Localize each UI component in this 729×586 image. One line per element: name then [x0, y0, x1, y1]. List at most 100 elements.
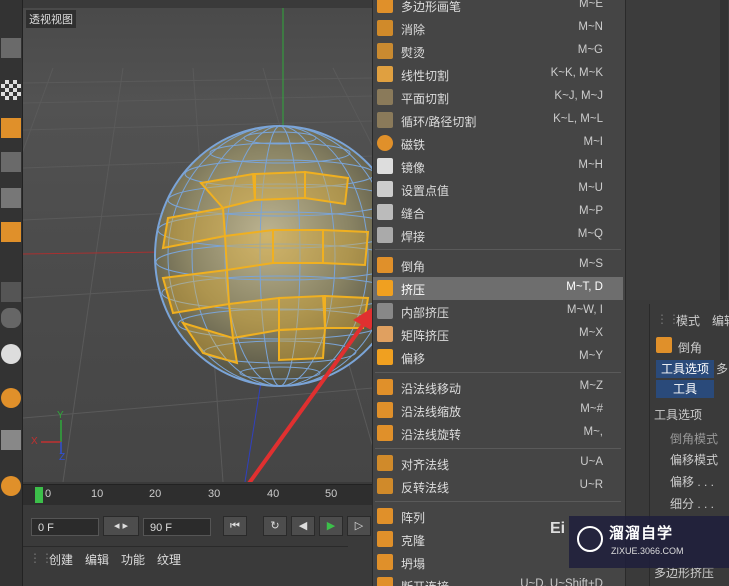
menu-create[interactable]: 创建 — [49, 551, 73, 568]
object-panel — [625, 0, 729, 300]
menu-item-polygon-pen[interactable]: 多边形画笔 M~E — [373, 0, 623, 17]
menu-item-set-point-value[interactable]: 设置点值 M~U — [373, 178, 623, 201]
watermark-url: ZIXUE.3066.COM — [611, 546, 684, 556]
menu-texture[interactable]: 纹理 — [157, 551, 181, 568]
current-frame-field[interactable]: 0 F — [31, 518, 99, 536]
normal-scale-icon — [377, 402, 393, 418]
set-point-value-icon — [377, 181, 393, 197]
menu-item-offset[interactable]: 偏移 M~Y — [373, 346, 623, 369]
frame-step-arrows-icon[interactable]: ◂ ▸ — [103, 516, 139, 536]
menu-function[interactable]: 功能 — [121, 551, 145, 568]
plane-cut-icon — [377, 89, 393, 105]
step-forward-icon[interactable]: ▷ — [347, 516, 371, 536]
object-manager-strip — [625, 0, 729, 300]
array-icon — [377, 508, 393, 524]
menu-item-extrude-inner[interactable]: 内部挤压 M~W, I — [373, 300, 623, 323]
go-to-start-icon[interactable]: ⏮ — [223, 516, 247, 536]
perspective-viewport[interactable]: 透视视图 Y X Z — [23, 8, 373, 482]
play-forward-icon[interactable]: ▶ — [319, 516, 343, 536]
play-backward-icon[interactable]: ◀ — [291, 516, 315, 536]
mesh-context-menu: 多边形画笔 M~E 消除 M~N 熨烫 M~G 线性切割 K~K, M~K 平面切割 K~… — [372, 0, 626, 586]
menu-item-weld[interactable]: 焊接 M~Q — [373, 224, 623, 247]
axis-tool-icon[interactable] — [1, 282, 21, 302]
menu-item-reverse-normals[interactable]: 反转法线 U~R — [373, 475, 623, 498]
menu-item-iron[interactable]: 熨烫 M~G — [373, 40, 623, 63]
tab-tool[interactable]: 工具 — [656, 380, 714, 398]
bevel-icon — [377, 257, 393, 273]
menu-item-bevel[interactable]: 倒角 M~S — [373, 254, 623, 277]
workplane-icon[interactable] — [1, 476, 21, 496]
snap-icon[interactable] — [1, 344, 21, 364]
menu-item-line-cut[interactable]: 线性切割 K~K, M~K — [373, 63, 623, 86]
viewport-label[interactable]: 透视视图 — [26, 10, 76, 28]
menu-item-align-normals[interactable]: 对齐法线 U~A — [373, 452, 623, 475]
menu-item-dissolve[interactable]: 消除 M~N — [373, 17, 623, 40]
menu-edit[interactable]: 编辑 — [85, 551, 109, 568]
grid-tool-icon[interactable] — [1, 118, 21, 138]
menu-item-magnet[interactable]: 磁铁 M~I — [373, 132, 623, 155]
lock-icon[interactable] — [1, 430, 21, 450]
menu-item-disconnect[interactable]: 断开连接U~D, U~Shift+D — [373, 574, 623, 586]
menu-item-normal-move[interactable]: 沿法线移动 M~Z — [373, 376, 623, 399]
cube-tool-icon[interactable] — [1, 38, 21, 58]
magnet-icon[interactable] — [1, 388, 21, 408]
left-toolbar — [0, 0, 23, 586]
side-mark: Ei — [550, 520, 566, 537]
menu-item-extrude[interactable]: 挤压 M~T, D — [373, 277, 623, 300]
tab-edit[interactable]: 编辑 — [712, 312, 729, 329]
watermark-logo-icon — [577, 526, 603, 552]
timeline-ruler[interactable]: 0 10 20 30 40 50 — [23, 484, 373, 505]
tick-label: 50 — [325, 488, 338, 500]
align-normals-icon — [377, 455, 393, 471]
iron-icon — [377, 43, 393, 59]
axis-gizmo — [41, 420, 62, 454]
object-name: 倒角 — [678, 341, 703, 355]
material-manager-menu: ⋮⋮ 创建 编辑 功能 纹理 — [23, 546, 348, 569]
polygon-tool-icon[interactable] — [1, 188, 21, 208]
magnet-icon — [377, 135, 393, 151]
menu-item-normal-rotate[interactable]: 沿法线旋转 M~, — [373, 422, 623, 445]
menu-item-loop-path-cut[interactable]: 循环/路径切割 K~L, M~L — [373, 109, 623, 132]
mirror-icon — [377, 158, 393, 174]
disconnect-icon — [377, 577, 393, 586]
menu-item-stitch[interactable]: 缝合 M~P — [373, 201, 623, 224]
bevel-icon — [656, 337, 672, 353]
tick-label: 30 — [208, 488, 221, 500]
extrude-icon — [377, 280, 393, 296]
tab-mode[interactable]: 模式 — [676, 312, 700, 329]
weld-icon — [377, 227, 393, 243]
model-mode-icon[interactable] — [1, 222, 21, 242]
offset-label: 偏移 . . . — [670, 475, 715, 489]
menu-separator — [375, 249, 621, 250]
line-cut-icon — [377, 66, 393, 82]
mouse-icon[interactable] — [1, 308, 21, 328]
time-cursor[interactable] — [35, 487, 43, 503]
menu-separator — [375, 501, 621, 502]
polygon-pen-icon — [377, 0, 393, 13]
tab-more[interactable]: 多 — [716, 360, 729, 378]
checker-icon[interactable] — [1, 80, 21, 100]
normal-rotate-icon — [377, 425, 393, 441]
menu-separator — [375, 372, 621, 373]
reverse-normals-icon — [377, 478, 393, 494]
watermark: 溜溜自学 ZIXUE.3066.COM — [569, 516, 729, 568]
gizmo-x-label: X — [31, 436, 38, 447]
clone-icon — [377, 531, 393, 547]
viewport-scene — [23, 8, 373, 482]
tab-tool-options[interactable]: 工具选项 — [656, 360, 714, 378]
menu-item-matrix-extrude[interactable]: 矩阵挤压 M~X — [373, 323, 623, 346]
menu-item-mirror[interactable]: 镜像 M~H — [373, 155, 623, 178]
subdivision-label: 细分 . . . — [670, 497, 715, 511]
menu-item-normal-scale[interactable]: 沿法线缩放 M~# — [373, 399, 623, 422]
end-frame-field[interactable]: 90 F — [143, 518, 211, 536]
scrollbar[interactable] — [720, 0, 728, 300]
matrix-extrude-icon — [377, 326, 393, 342]
transport-bar: 0 F ◂ ▸ 90 F ⏮ ↻ ◀ ▶ ▷ — [23, 510, 373, 540]
collapse-icon — [377, 554, 393, 570]
tick-label: 40 — [267, 488, 280, 500]
object-tool-icon[interactable] — [1, 152, 21, 172]
extrude-inner-icon — [377, 303, 393, 319]
tick-label: 10 — [91, 488, 104, 500]
menu-item-plane-cut[interactable]: 平面切割 K~J, M~J — [373, 86, 623, 109]
loop-icon[interactable]: ↻ — [263, 516, 287, 536]
